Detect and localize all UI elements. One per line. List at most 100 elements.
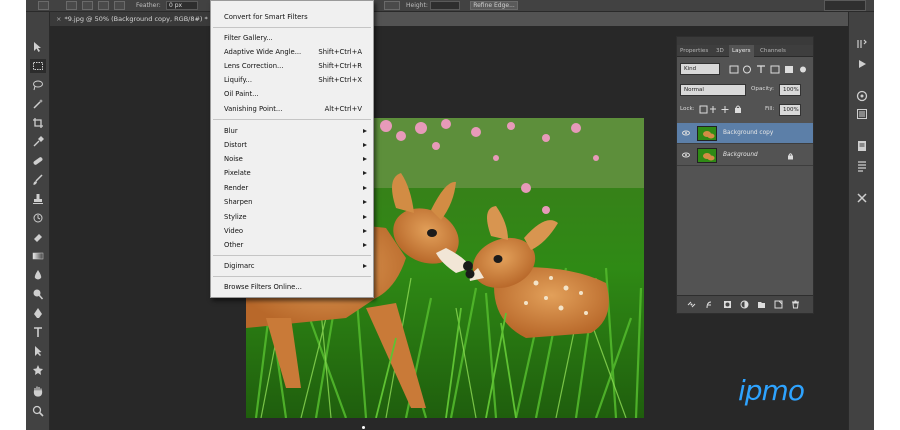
move-tool[interactable]	[30, 40, 46, 54]
tab-properties[interactable]: Properties	[677, 45, 711, 57]
intersect-selection-icon[interactable]	[114, 1, 125, 10]
arrow-icon	[35, 346, 42, 356]
submenu-arrow-icon	[363, 143, 367, 147]
marquee-mode-icon[interactable]	[38, 1, 49, 10]
shape-tool[interactable]	[30, 363, 46, 377]
history-brush-tool[interactable]	[30, 211, 46, 225]
pen-tool[interactable]	[30, 306, 46, 320]
tool-presets-icon[interactable]	[856, 192, 868, 204]
marquee-tool[interactable]	[30, 59, 46, 73]
gradient-tool[interactable]	[30, 249, 46, 263]
history-panel-icon[interactable]	[856, 38, 868, 50]
add-mask-icon[interactable]	[723, 300, 732, 309]
tab-layers[interactable]: Layers	[729, 45, 754, 57]
layer-filter-icons[interactable]	[729, 65, 809, 74]
dodge-icon	[33, 289, 44, 300]
zoom-tool[interactable]	[30, 404, 46, 418]
play-action-icon[interactable]	[856, 58, 868, 70]
crop-tool[interactable]	[30, 116, 46, 130]
menu-item-liquify[interactable]: Liquify... Shift+Ctrl+X	[212, 74, 372, 87]
new-layer-icon[interactable]	[774, 300, 783, 309]
workspace-switcher[interactable]	[824, 0, 866, 11]
tab-3d[interactable]: 3D	[713, 45, 727, 57]
lock-options-icons[interactable]	[699, 105, 753, 114]
menu-item-render[interactable]: Render	[212, 182, 372, 195]
submenu-arrow-icon	[363, 129, 367, 133]
opacity-label: Opacity:	[751, 86, 774, 92]
menu-item-lens-correction[interactable]: Lens Correction... Shift+Ctrl+R	[212, 60, 372, 73]
submenu-arrow-icon	[363, 200, 367, 204]
eraser-tool[interactable]	[30, 230, 46, 244]
filter-kind-select[interactable]: Kind	[680, 63, 720, 75]
height-input[interactable]	[430, 1, 460, 10]
zoom-icon	[32, 405, 44, 417]
layer-row-background-copy[interactable]: Background copy	[677, 123, 813, 144]
tab-channels[interactable]: Channels	[757, 45, 789, 57]
opacity-input[interactable]: 100%	[779, 84, 801, 96]
menu-item-pixelate[interactable]: Pixelate	[212, 167, 372, 180]
menu-item-sharpen[interactable]: Sharpen	[212, 196, 372, 209]
adjustment-layer-icon[interactable]	[740, 300, 749, 309]
pen-icon	[34, 308, 42, 318]
add-selection-icon[interactable]	[82, 1, 93, 10]
hand-tool[interactable]	[30, 384, 46, 398]
gradient-icon	[32, 252, 44, 260]
type-icon	[34, 327, 42, 337]
delete-layer-icon[interactable]	[791, 300, 800, 309]
magic-wand-icon	[33, 99, 43, 109]
height-label: Height:	[406, 2, 428, 9]
fill-label: Fill:	[765, 106, 775, 112]
blend-mode-select[interactable]: Normal	[680, 84, 746, 96]
refine-edge-button[interactable]: Refine Edge...	[470, 1, 518, 10]
menu-item-video[interactable]: Video	[212, 225, 372, 238]
menu-separator	[213, 119, 371, 120]
layer-row-background[interactable]: Background	[677, 145, 813, 166]
submenu-arrow-icon	[363, 171, 367, 175]
path-selection-tool[interactable]	[30, 344, 46, 358]
eye-icon[interactable]	[682, 151, 690, 159]
clone-stamp-tool[interactable]	[30, 192, 46, 206]
adjustments-panel-icon[interactable]	[856, 108, 868, 120]
swap-dimensions-icon[interactable]	[384, 1, 400, 10]
menu-item-convert-smart-filters[interactable]: Convert for Smart Filters	[212, 11, 372, 24]
notes-panel-icon[interactable]	[856, 140, 868, 152]
document-tab-title: *9.jpg @ 50% (Background copy, RGB/8#) *	[64, 15, 208, 23]
type-tool[interactable]	[30, 325, 46, 339]
menu-item-digimarc[interactable]: Digimarc	[212, 260, 372, 273]
menu-item-distort[interactable]: Distort	[212, 139, 372, 152]
subtract-selection-icon[interactable]	[98, 1, 109, 10]
healing-brush-tool[interactable]	[30, 154, 46, 168]
layer-style-icon[interactable]	[705, 300, 714, 309]
menu-item-browse-filters-online[interactable]: Browse Filters Online...	[212, 281, 372, 294]
panel-tabs: Properties 3D Layers Channels	[677, 45, 813, 57]
magic-wand-tool[interactable]	[30, 97, 46, 111]
link-layers-icon[interactable]	[687, 300, 696, 309]
menu-item-vanishing-point[interactable]: Vanishing Point... Alt+Ctrl+V	[212, 103, 372, 116]
eye-icon[interactable]	[682, 129, 690, 137]
menu-item-noise[interactable]: Noise	[212, 153, 372, 166]
brush-icon	[33, 174, 43, 185]
color-panel-icon[interactable]	[856, 90, 868, 102]
menu-item-other[interactable]: Other	[212, 239, 372, 252]
eyedropper-tool[interactable]	[30, 135, 46, 149]
brush-tool[interactable]	[30, 173, 46, 187]
close-tab-icon[interactable]: ×	[56, 15, 61, 23]
lasso-tool[interactable]	[30, 78, 46, 92]
dodge-tool[interactable]	[30, 287, 46, 301]
menu-item-adaptive-wide-angle[interactable]: Adaptive Wide Angle... Shift+Ctrl+A	[212, 46, 372, 59]
new-group-icon[interactable]	[757, 300, 766, 309]
menu-item-filter-gallery[interactable]: Filter Gallery...	[212, 32, 372, 45]
submenu-arrow-icon	[363, 215, 367, 219]
blur-tool[interactable]	[30, 268, 46, 282]
layer-name: Background copy	[723, 130, 774, 136]
feather-input[interactable]: 0 px	[166, 1, 198, 10]
panel-header-bar[interactable]	[677, 37, 813, 45]
fill-input[interactable]: 100%	[779, 104, 801, 116]
lasso-icon	[33, 80, 43, 91]
paragraph-panel-icon[interactable]	[856, 160, 868, 172]
menu-item-stylize[interactable]: Stylize	[212, 211, 372, 224]
new-selection-icon[interactable]	[66, 1, 77, 10]
menu-item-oil-paint[interactable]: Oil Paint...	[212, 88, 372, 101]
filter-kind-value: Kind	[684, 66, 697, 72]
menu-item-blur[interactable]: Blur	[212, 125, 372, 138]
